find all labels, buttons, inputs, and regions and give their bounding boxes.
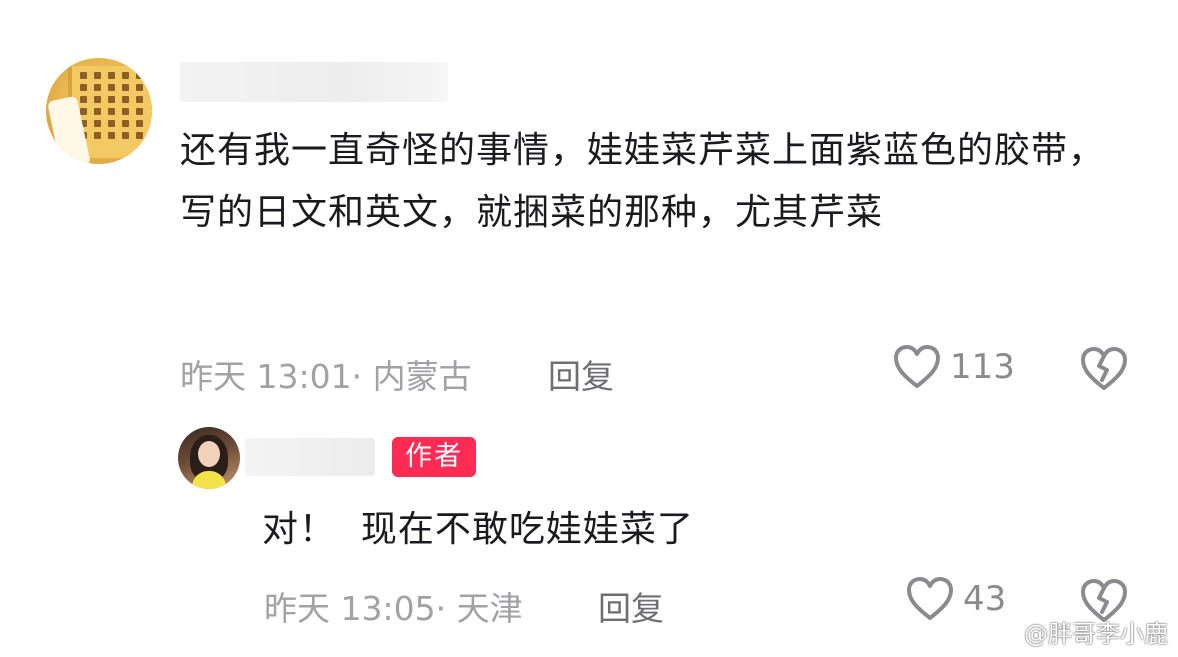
heart-outline-icon — [905, 576, 955, 622]
comment-time-location: 昨天 13:01· 内蒙古 — [180, 357, 472, 396]
reply-like-count: 43 — [963, 579, 1007, 619]
comment-text: 还有我一直奇怪的事情，娃娃菜芹菜上面紫蓝色的胶带，写的日文和英文，就捆菜的那种，… — [180, 130, 1106, 233]
weibo-logo-icon — [988, 620, 1018, 644]
heart-outline-icon — [892, 344, 942, 390]
author-badge: 作者 — [392, 437, 476, 477]
author-name-redacted[interactable] — [245, 438, 375, 476]
comment-reply-button[interactable]: 回复 — [548, 350, 614, 398]
broken-heart-icon — [1080, 346, 1128, 392]
reply-reply-button[interactable]: 回复 — [598, 582, 664, 630]
comment-dislike-button[interactable] — [1080, 346, 1128, 392]
reply-text: 对！ 现在不敢吃娃娃菜了 — [262, 509, 694, 550]
commenter-name-redacted[interactable] — [180, 62, 448, 102]
reply-time-location: 昨天 13:05· 天津 — [264, 589, 523, 628]
watermark-text: @胖哥李小鹿 — [1024, 620, 1168, 648]
weibo-watermark: @胖哥李小鹿 — [988, 614, 1168, 649]
author-avatar[interactable] — [178, 427, 240, 489]
comment-like-button[interactable]: 113 — [892, 344, 1015, 390]
commenter-avatar[interactable] — [46, 58, 152, 164]
comment-like-count: 113 — [950, 347, 1015, 387]
